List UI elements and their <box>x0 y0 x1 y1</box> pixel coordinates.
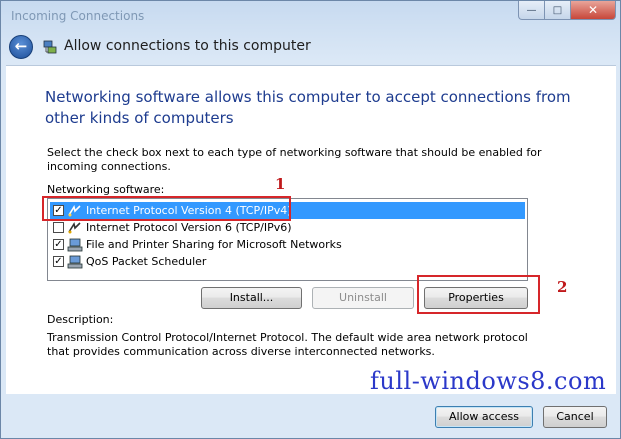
annotation-marker-1: 1 <box>275 175 286 193</box>
list-item[interactable]: ✓ File and Printer Sharing for Microsoft… <box>50 236 525 253</box>
navigation-bar: ← Allow connections to this computer <box>1 29 620 65</box>
dialog-window: Incoming Connections — □ ✕ ← Allow conne… <box>0 0 621 439</box>
content-pane: Networking software allows this computer… <box>6 65 616 394</box>
caption-buttons: — □ ✕ <box>518 1 616 21</box>
description-label: Description: <box>47 313 114 326</box>
protocol-icon <box>66 221 83 235</box>
list-item-label: Internet Protocol Version 6 (TCP/IPv6) <box>86 221 292 234</box>
maximize-button[interactable]: □ <box>545 1 571 20</box>
window-title: Incoming Connections <box>11 9 145 23</box>
watermark-text: full-windows8.com <box>370 367 607 395</box>
uninstall-button[interactable]: Uninstall <box>312 287 414 309</box>
title-bar[interactable]: Incoming Connections — □ ✕ <box>1 1 620 29</box>
list-item[interactable]: Internet Protocol Version 6 (TCP/IPv6) <box>50 219 525 236</box>
networking-software-label: Networking software: <box>47 183 165 196</box>
checkbox[interactable] <box>53 222 64 233</box>
allow-access-button[interactable]: Allow access <box>435 406 533 428</box>
annotation-marker-2: 2 <box>557 278 568 296</box>
main-heading: Networking software allows this computer… <box>45 88 571 127</box>
checkbox[interactable]: ✓ <box>53 239 64 250</box>
service-icon <box>66 238 83 252</box>
page-title: Allow connections to this computer <box>64 38 311 54</box>
install-button[interactable]: Install... <box>201 287 302 309</box>
highlight-box-properties <box>417 275 540 314</box>
cancel-button[interactable]: Cancel <box>543 406 607 428</box>
checkbox[interactable]: ✓ <box>53 256 64 267</box>
description-text: Transmission Control Protocol/Internet P… <box>47 331 528 358</box>
list-item-label: File and Printer Sharing for Microsoft N… <box>86 238 342 251</box>
close-button[interactable]: ✕ <box>571 1 616 20</box>
minimize-button[interactable]: — <box>518 1 545 20</box>
service-icon <box>66 255 83 269</box>
instruction-text: Select the check box next to each type o… <box>47 146 542 173</box>
list-item[interactable]: ✓ QoS Packet Scheduler <box>50 253 525 270</box>
back-arrow-icon[interactable]: ← <box>9 35 33 59</box>
network-connection-icon <box>43 40 57 54</box>
highlight-box-ipv4 <box>42 196 291 221</box>
list-item-label: QoS Packet Scheduler <box>86 255 207 268</box>
